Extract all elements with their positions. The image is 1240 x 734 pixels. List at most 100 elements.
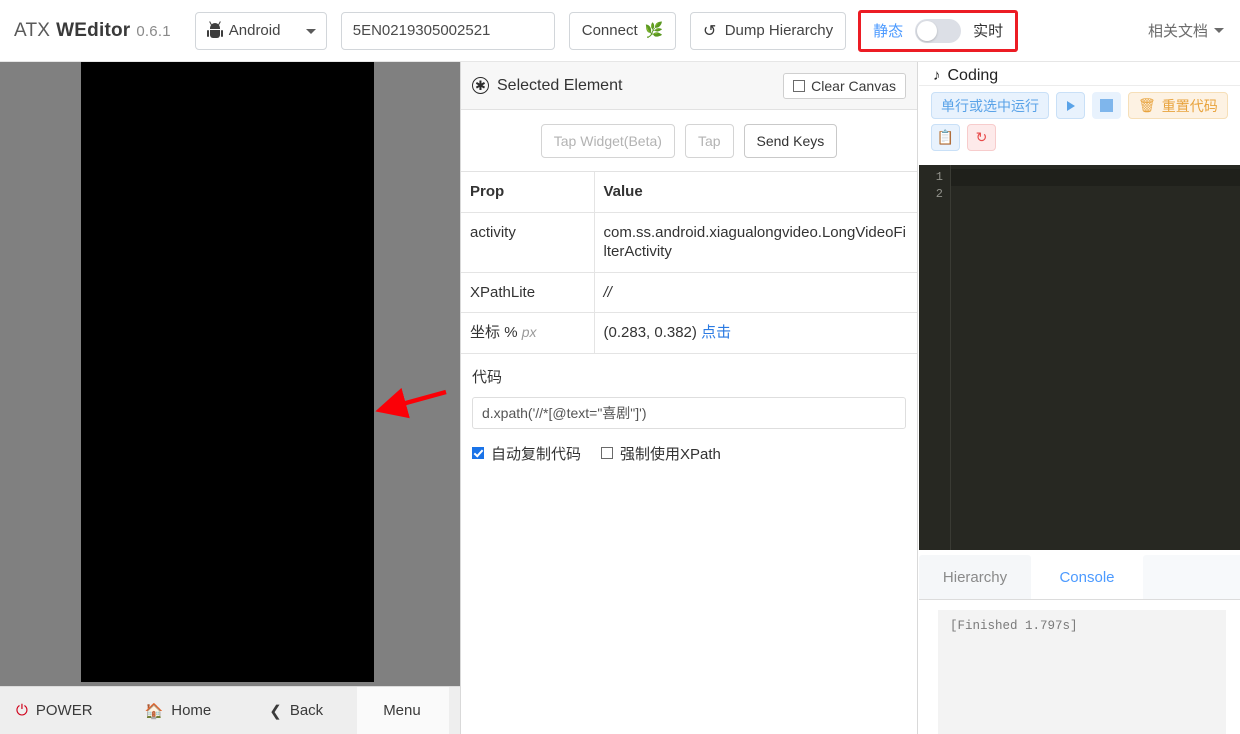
generated-code-input[interactable] <box>472 396 906 429</box>
trash-icon: 🗑 <box>1138 97 1156 113</box>
editor-text-area[interactable] <box>951 165 1240 550</box>
prop-value-xpathlite: // <box>594 272 917 313</box>
checkbox-box <box>793 79 806 92</box>
copy-code-button[interactable]: 📋 <box>931 124 960 151</box>
selected-element-pane: ✱ Selected Element Clear Canvas Tap Widg… <box>460 62 918 734</box>
leaf-icon: 🌿 <box>644 22 664 39</box>
tab-console[interactable]: Console <box>1031 555 1143 599</box>
code-section-label: 代码 <box>472 368 503 386</box>
tap-widget-button[interactable]: Tap Widget(Beta) <box>540 123 675 158</box>
play-icon <box>1066 100 1075 111</box>
connect-button[interactable]: Connect 🌿 <box>568 11 677 50</box>
reload-code-button[interactable]: ↻ <box>967 124 996 151</box>
prop-value-activity: com.ss.android.xiagualongvideo.LongVideo… <box>594 212 917 273</box>
device-mirror-pane[interactable]: ⏻ POWER 🏠 Home ❮ Back Menu <box>0 62 460 734</box>
tab-hierarchy-label: Hierarchy <box>942 568 1008 586</box>
element-action-row: Tap Widget(Beta) Tap Send Keys <box>461 110 917 172</box>
force-xpath-checkbox[interactable] <box>601 447 614 459</box>
brand-version: 0.6.1 <box>136 22 171 40</box>
line-number: 2 <box>935 187 943 201</box>
connect-button-label: Connect <box>581 22 638 39</box>
device-navbar: ⏻ POWER 🏠 Home ❮ Back Menu <box>0 686 460 734</box>
brand-atx: ATX <box>14 19 51 41</box>
weditor-app: ATX WEditor 0.6.1 Android Connect 🌿 ↻ Du… <box>0 0 1240 734</box>
reset-code-button[interactable]: 🗑 重置代码 <box>1128 92 1228 119</box>
power-button-label: POWER <box>35 702 93 719</box>
editor-gutter: 1 2 <box>919 165 951 550</box>
table-row: XPathLite // <box>461 272 917 313</box>
reload-icon: ↻ <box>975 129 988 145</box>
device-screen-canvas[interactable] <box>81 62 374 682</box>
dump-hierarchy-button[interactable]: ↻ Dump Hierarchy <box>690 11 847 50</box>
coords-value: (0.283, 0.382) <box>603 324 697 341</box>
stop-button[interactable] <box>1092 92 1121 119</box>
table-row: 坐标 % px (0.283, 0.382) 点击 <box>461 312 917 354</box>
refresh-icon: ↻ <box>703 22 717 40</box>
brand-weditor: WEditor <box>56 19 131 41</box>
back-button[interactable]: ❮ Back <box>269 702 323 720</box>
back-button-label: Back <box>289 702 324 719</box>
toggle-knob <box>917 20 938 41</box>
coding-title: Coding <box>947 66 999 84</box>
tab-filler <box>1143 555 1240 599</box>
code-section: 代码 自动复制代码 强制使用XPath <box>461 354 917 464</box>
copy-icon: 📋 <box>936 129 955 145</box>
menu-button[interactable]: Menu <box>357 686 449 734</box>
chevron-down-icon <box>305 28 316 34</box>
coords-unit-percent[interactable]: % <box>504 324 517 341</box>
reset-code-label: 重置代码 <box>1161 97 1218 114</box>
th-prop: Prop <box>461 172 595 213</box>
clear-canvas-checkbox[interactable]: Clear Canvas <box>783 72 906 99</box>
dump-hierarchy-label: Dump Hierarchy <box>724 22 834 39</box>
mode-toggle-switch[interactable] <box>915 18 962 43</box>
home-button-label: Home <box>171 702 212 719</box>
tap-label: Tap <box>697 132 721 149</box>
coords-click-link[interactable]: 点击 <box>701 324 731 341</box>
snowflake-icon: ✱ <box>472 77 489 94</box>
docs-dropdown[interactable]: 相关文档 <box>1148 20 1224 41</box>
panel-title: ✱ Selected Element <box>472 77 622 95</box>
run-selection-button[interactable]: 单行或选中运行 <box>931 92 1049 119</box>
docs-dropdown-label: 相关文档 <box>1147 23 1208 40</box>
platform-select[interactable]: Android <box>194 11 327 50</box>
auto-copy-checkbox[interactable] <box>472 447 484 459</box>
music-note-icon: ♪ <box>933 67 941 84</box>
tab-hierarchy[interactable]: Hierarchy <box>919 555 1031 599</box>
tap-button[interactable]: Tap <box>684 123 734 158</box>
code-editor[interactable]: 1 2 <box>919 165 1240 550</box>
coords-label: 坐标 <box>470 324 501 341</box>
red-arrow-icon <box>375 387 447 419</box>
active-line-highlight <box>951 169 1240 186</box>
coords-unit-px[interactable]: px <box>522 324 537 340</box>
clear-canvas-label: Clear Canvas <box>811 77 896 94</box>
prop-name-coords: 坐标 % px <box>461 312 595 354</box>
chevron-left-icon: ❮ <box>269 702 282 720</box>
console-output: [Finished 1.797s] <box>938 610 1226 734</box>
bottom-tabs: Hierarchy Console <box>919 552 1240 600</box>
app-header: ATX WEditor 0.6.1 Android Connect 🌿 ↻ Du… <box>0 0 1240 62</box>
home-button[interactable]: 🏠 Home <box>145 702 212 720</box>
prop-value-coords: (0.283, 0.382) 点击 <box>594 312 917 354</box>
send-keys-button[interactable]: Send Keys <box>743 123 838 158</box>
coding-toolbar-row-1: 单行或选中运行 🗑 重置代码 <box>931 92 1240 119</box>
force-xpath-label: 强制使用XPath <box>620 445 721 463</box>
power-button[interactable]: ⏻ POWER <box>16 702 93 719</box>
platform-select-label: Android <box>228 22 281 39</box>
run-selection-label: 单行或选中运行 <box>941 97 1039 114</box>
menu-button-label: Menu <box>383 702 421 719</box>
th-value: Value <box>594 172 917 213</box>
serial-input[interactable] <box>340 11 555 50</box>
properties-table: Prop Value activity com.ss.android.xiagu… <box>461 172 917 354</box>
mode-label-live: 实时 <box>973 23 1004 40</box>
tab-console-label: Console <box>1059 568 1115 586</box>
line-number: 1 <box>935 170 943 184</box>
panel-title-label: Selected Element <box>497 76 623 94</box>
run-button[interactable] <box>1056 92 1085 119</box>
stop-icon <box>1100 99 1113 112</box>
app-brand: ATX WEditor 0.6.1 <box>14 20 171 42</box>
code-options-row: 自动复制代码 强制使用XPath <box>472 443 906 464</box>
table-header-row: Prop Value <box>461 172 917 213</box>
home-icon: 🏠 <box>144 702 164 720</box>
mode-label-static: 静态 <box>873 23 904 40</box>
mode-toggle-group[interactable]: 静态 实时 <box>858 9 1019 52</box>
